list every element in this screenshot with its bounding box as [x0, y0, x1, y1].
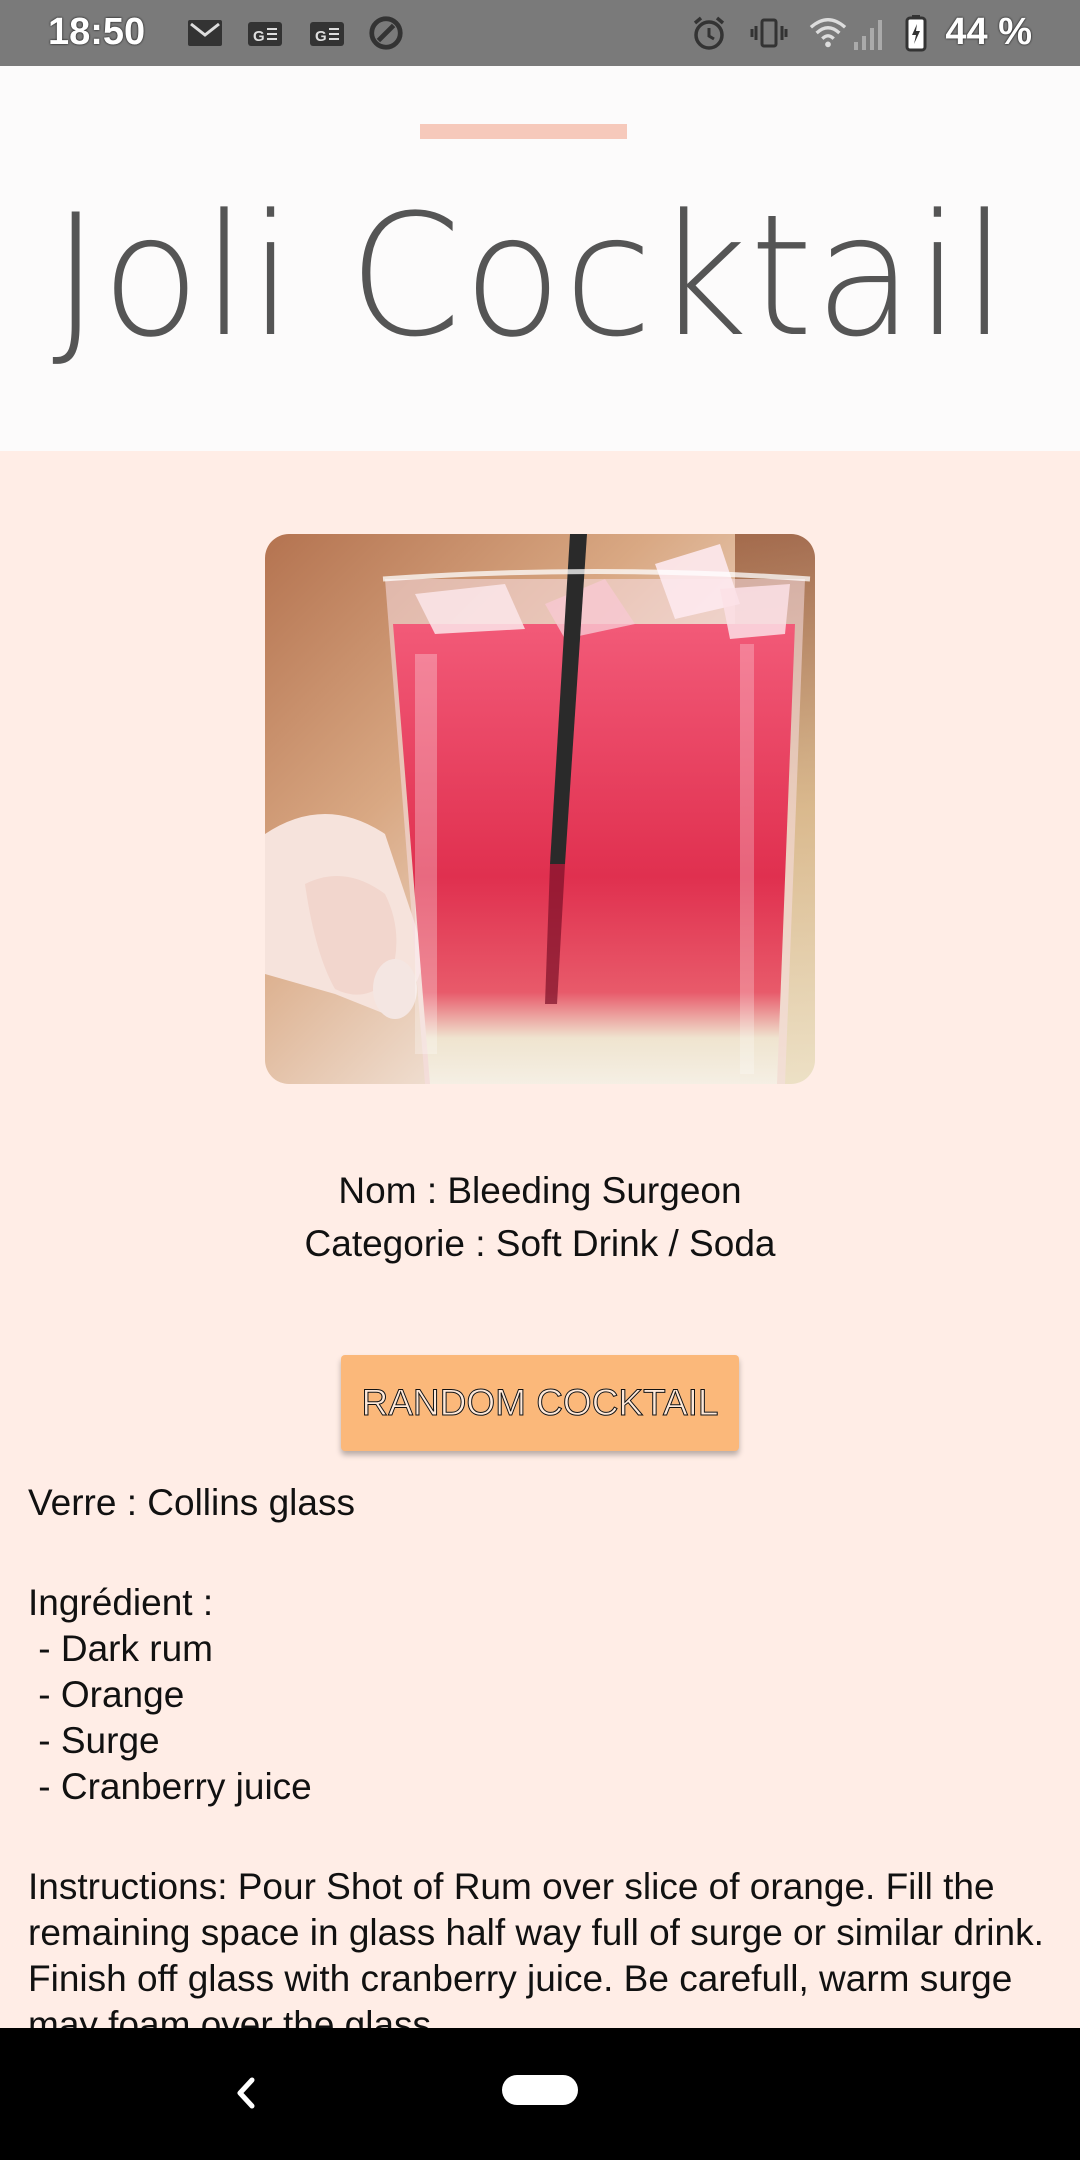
google-translate-icon: G — [310, 22, 344, 46]
app-header: Joli Cocktail — [0, 66, 1080, 451]
glass-text: Verre : Collins glass — [28, 1482, 355, 1523]
ingredients-section: Ingrédient : - Dark rum - Orange - Surge… — [28, 1580, 1058, 1810]
instructions-text: Instructions: Pour Shot of Rum over slic… — [28, 1866, 1044, 2045]
google-translate-icon: G — [248, 22, 282, 46]
home-pill-button[interactable] — [502, 2075, 578, 2105]
ingredients-title: Ingrédient : — [28, 1582, 214, 1623]
svg-text:G: G — [253, 28, 265, 45]
svg-text:G: G — [315, 28, 327, 45]
battery-percent: 44 % — [945, 11, 1032, 53]
navigation-bar — [0, 2028, 1080, 2160]
app-logo: Joli Cocktail — [52, 178, 1010, 374]
sync-icon — [369, 16, 403, 50]
wifi-icon — [809, 18, 847, 48]
header-accent-bar — [420, 124, 627, 139]
random-cocktail-button[interactable]: RANDOM COCKTAIL — [341, 1355, 739, 1451]
vibrate-icon — [750, 18, 788, 48]
gmail-icon — [188, 20, 222, 46]
ingredient-item: - Dark rum — [28, 1628, 213, 1669]
ingredient-item: - Orange — [28, 1674, 185, 1715]
status-time: 18:50 — [48, 11, 146, 53]
cocktail-photo — [265, 534, 815, 1084]
cocktail-category: Categorie : Soft Drink / Soda — [304, 1223, 776, 1264]
cocktail-image — [265, 534, 815, 1084]
status-bar: 18:50 G G 44 % — [0, 0, 1080, 66]
ingredients-list: - Dark rum - Orange - Surge - Cranberry … — [28, 1626, 1058, 1810]
cocktail-name: Nom : Bleeding Surgeon — [338, 1170, 742, 1211]
cocktail-details: Verre : Collins glass Ingrédient : - Dar… — [28, 1480, 1058, 2102]
alarm-icon — [693, 16, 725, 50]
back-icon[interactable] — [222, 2068, 272, 2118]
ingredient-item: - Surge — [28, 1720, 160, 1761]
battery-icon — [905, 15, 927, 52]
signal-icon — [854, 20, 882, 50]
ingredient-item: - Cranberry juice — [28, 1766, 312, 1807]
cocktail-info: Nom : Bleeding Surgeon Categorie : Soft … — [0, 1164, 1080, 1270]
